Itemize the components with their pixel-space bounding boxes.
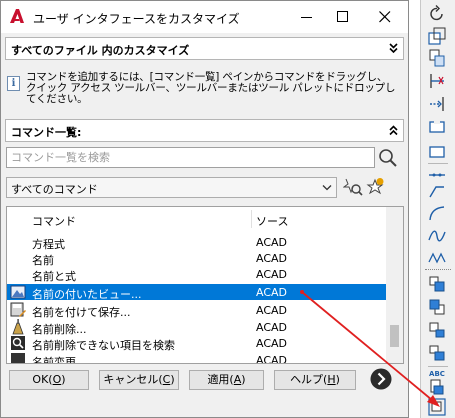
chevron-down-icon bbox=[322, 185, 332, 191]
command-filter-dropdown[interactable]: すべてのコマンド bbox=[6, 177, 337, 198]
info-panel: i コマンドを追加するには、[コマンド一覧] ペインからコマンドをドラッグし、 … bbox=[5, 68, 404, 114]
apply-button-paren: ) bbox=[241, 373, 246, 386]
extend-icon[interactable] bbox=[428, 95, 446, 113]
scrollbar-thumb[interactable] bbox=[390, 325, 399, 347]
list-item-source: ACAD bbox=[256, 337, 288, 350]
list-item-name: 名前と式 bbox=[32, 270, 76, 283]
help-button-label: ヘルプ( bbox=[290, 373, 328, 386]
scale-icon[interactable] bbox=[428, 27, 446, 45]
list-item-source: ACAD bbox=[256, 304, 288, 317]
minimize-icon bbox=[301, 17, 312, 18]
draw-order-back-icon[interactable] bbox=[428, 298, 446, 316]
draw-order-above-icon[interactable] bbox=[428, 321, 446, 339]
new-command-icon[interactable] bbox=[365, 177, 385, 197]
save-as-icon bbox=[10, 302, 26, 317]
polyline-edit-icon[interactable] bbox=[428, 250, 446, 268]
trim-icon[interactable] bbox=[428, 72, 446, 90]
dialog-title: ユーザ インタフェースをカスタマイズ bbox=[33, 12, 240, 26]
rename-icon bbox=[11, 353, 25, 363]
customizations-header-label: すべてのファイル 内のカスタマイズ bbox=[11, 44, 190, 57]
customizations-header[interactable]: すべてのファイル 内のカスタマイズ bbox=[5, 37, 404, 60]
list-item-source: ACAD bbox=[256, 321, 288, 334]
list-item-name: 名前の付いたビュー... bbox=[32, 288, 142, 301]
modify-toolbar: ABC bbox=[420, 0, 455, 418]
apply-button[interactable]: 適用(A) bbox=[189, 370, 264, 390]
text-front-icon[interactable] bbox=[428, 378, 446, 396]
selected-draw-order-icon[interactable] bbox=[428, 398, 446, 416]
list-item-source: ACAD bbox=[256, 236, 288, 249]
command-list-column-header: コマンド ソース bbox=[7, 207, 387, 232]
command-list-header[interactable]: コマンド一覧: bbox=[5, 119, 404, 142]
list-item[interactable]: 名前削除... ACAD bbox=[7, 319, 387, 336]
toolbar-grip[interactable] bbox=[425, 269, 451, 272]
ok-button-accesskey: O bbox=[52, 373, 62, 386]
close-icon bbox=[379, 11, 391, 23]
blend-icon[interactable] bbox=[428, 204, 446, 222]
command-list-scrollbar[interactable] bbox=[386, 207, 403, 363]
customize-ui-dialog: ユーザ インタフェースをカスタマイズ すべてのファイル 内のカスタマイズ i コ… bbox=[0, 0, 409, 418]
command-list-header-label: コマンド一覧: bbox=[11, 126, 82, 139]
list-item[interactable]: 名前変更 ACAD bbox=[7, 352, 387, 364]
ok-button-label: OK( bbox=[32, 373, 53, 386]
list-item-source: ACAD bbox=[256, 286, 288, 299]
column-source[interactable]: ソース bbox=[256, 213, 288, 229]
draw-order-below-icon[interactable] bbox=[428, 344, 446, 362]
find-non-purgeable-icon bbox=[11, 336, 25, 350]
title-bar[interactable]: ユーザ インタフェースをカスタマイズ bbox=[1, 1, 408, 33]
column-divider[interactable] bbox=[251, 210, 252, 228]
maximize-icon bbox=[337, 11, 348, 22]
command-filter-value: すべてのコマンド bbox=[11, 183, 98, 196]
join-icon[interactable] bbox=[428, 141, 446, 159]
list-item-source: ACAD bbox=[256, 354, 288, 364]
apply-button-label: 適用( bbox=[207, 373, 234, 386]
list-item-name: 名前を付けて保存... bbox=[32, 306, 131, 319]
rotate-icon[interactable] bbox=[428, 5, 446, 23]
autocad-logo-icon bbox=[10, 9, 24, 23]
chevron-double-up-icon[interactable] bbox=[387, 123, 400, 137]
list-item-name: 名前変更 bbox=[32, 356, 76, 364]
help-button-paren: ) bbox=[335, 373, 340, 386]
close-button[interactable] bbox=[365, 1, 405, 33]
list-item-source: ACAD bbox=[256, 252, 288, 265]
info-text: コマンドを追加するには、[コマンド一覧] ペインからコマンドをドラッグし、 クイ… bbox=[26, 71, 396, 105]
column-command[interactable]: コマンド bbox=[32, 213, 76, 229]
info-icon: i bbox=[7, 76, 20, 91]
list-item-selected[interactable]: 名前の付いたビュー... ACAD bbox=[7, 284, 387, 301]
list-item-source: ACAD bbox=[256, 268, 288, 281]
list-item-name: 名前削除できない項目を検索 bbox=[32, 339, 175, 352]
maximize-button[interactable] bbox=[323, 1, 363, 33]
list-item[interactable]: 方程式 ACAD bbox=[7, 234, 387, 251]
draw-order-front-icon[interactable] bbox=[428, 275, 446, 293]
copy-icon[interactable] bbox=[428, 49, 446, 67]
command-search-input[interactable] bbox=[7, 148, 374, 167]
help-button[interactable]: ヘルプ(H) bbox=[274, 370, 356, 390]
list-item[interactable]: 名前を付けて保存... ACAD bbox=[7, 302, 387, 319]
purge-icon bbox=[12, 319, 24, 335]
find-command-icon[interactable] bbox=[343, 177, 363, 197]
cancel-button[interactable]: キャンセル(C) bbox=[99, 370, 179, 390]
help-button-accesskey: H bbox=[327, 373, 336, 386]
named-view-icon bbox=[10, 285, 26, 299]
chevron-double-down-icon[interactable] bbox=[387, 41, 400, 55]
minimize-button[interactable] bbox=[287, 1, 327, 33]
command-list[interactable]: コマンド ソース 方程式 ACAD 名前 ACAD 名前と式 ACAD 名前の付… bbox=[6, 206, 404, 364]
spline-icon[interactable] bbox=[428, 227, 446, 245]
cancel-button-label: キャンセル( bbox=[103, 373, 163, 386]
command-search-box[interactable] bbox=[6, 147, 375, 168]
search-icon[interactable] bbox=[377, 147, 399, 168]
break-icon[interactable] bbox=[428, 118, 446, 136]
ok-button-paren: ) bbox=[61, 373, 66, 386]
list-item[interactable]: 名前削除できない項目を検索 ACAD bbox=[7, 335, 387, 352]
fillet-icon[interactable] bbox=[428, 181, 446, 199]
ok-button[interactable]: OK(O) bbox=[9, 370, 89, 390]
list-item[interactable]: 名前と式 ACAD bbox=[7, 266, 387, 283]
spell-check-label: ABC bbox=[429, 370, 445, 378]
cancel-button-paren: ) bbox=[170, 373, 175, 386]
toolbar-separator bbox=[428, 163, 448, 164]
expand-dialog-icon[interactable] bbox=[369, 367, 393, 391]
list-item[interactable]: 名前 ACAD bbox=[7, 250, 387, 267]
toolbar-separator bbox=[428, 366, 448, 367]
